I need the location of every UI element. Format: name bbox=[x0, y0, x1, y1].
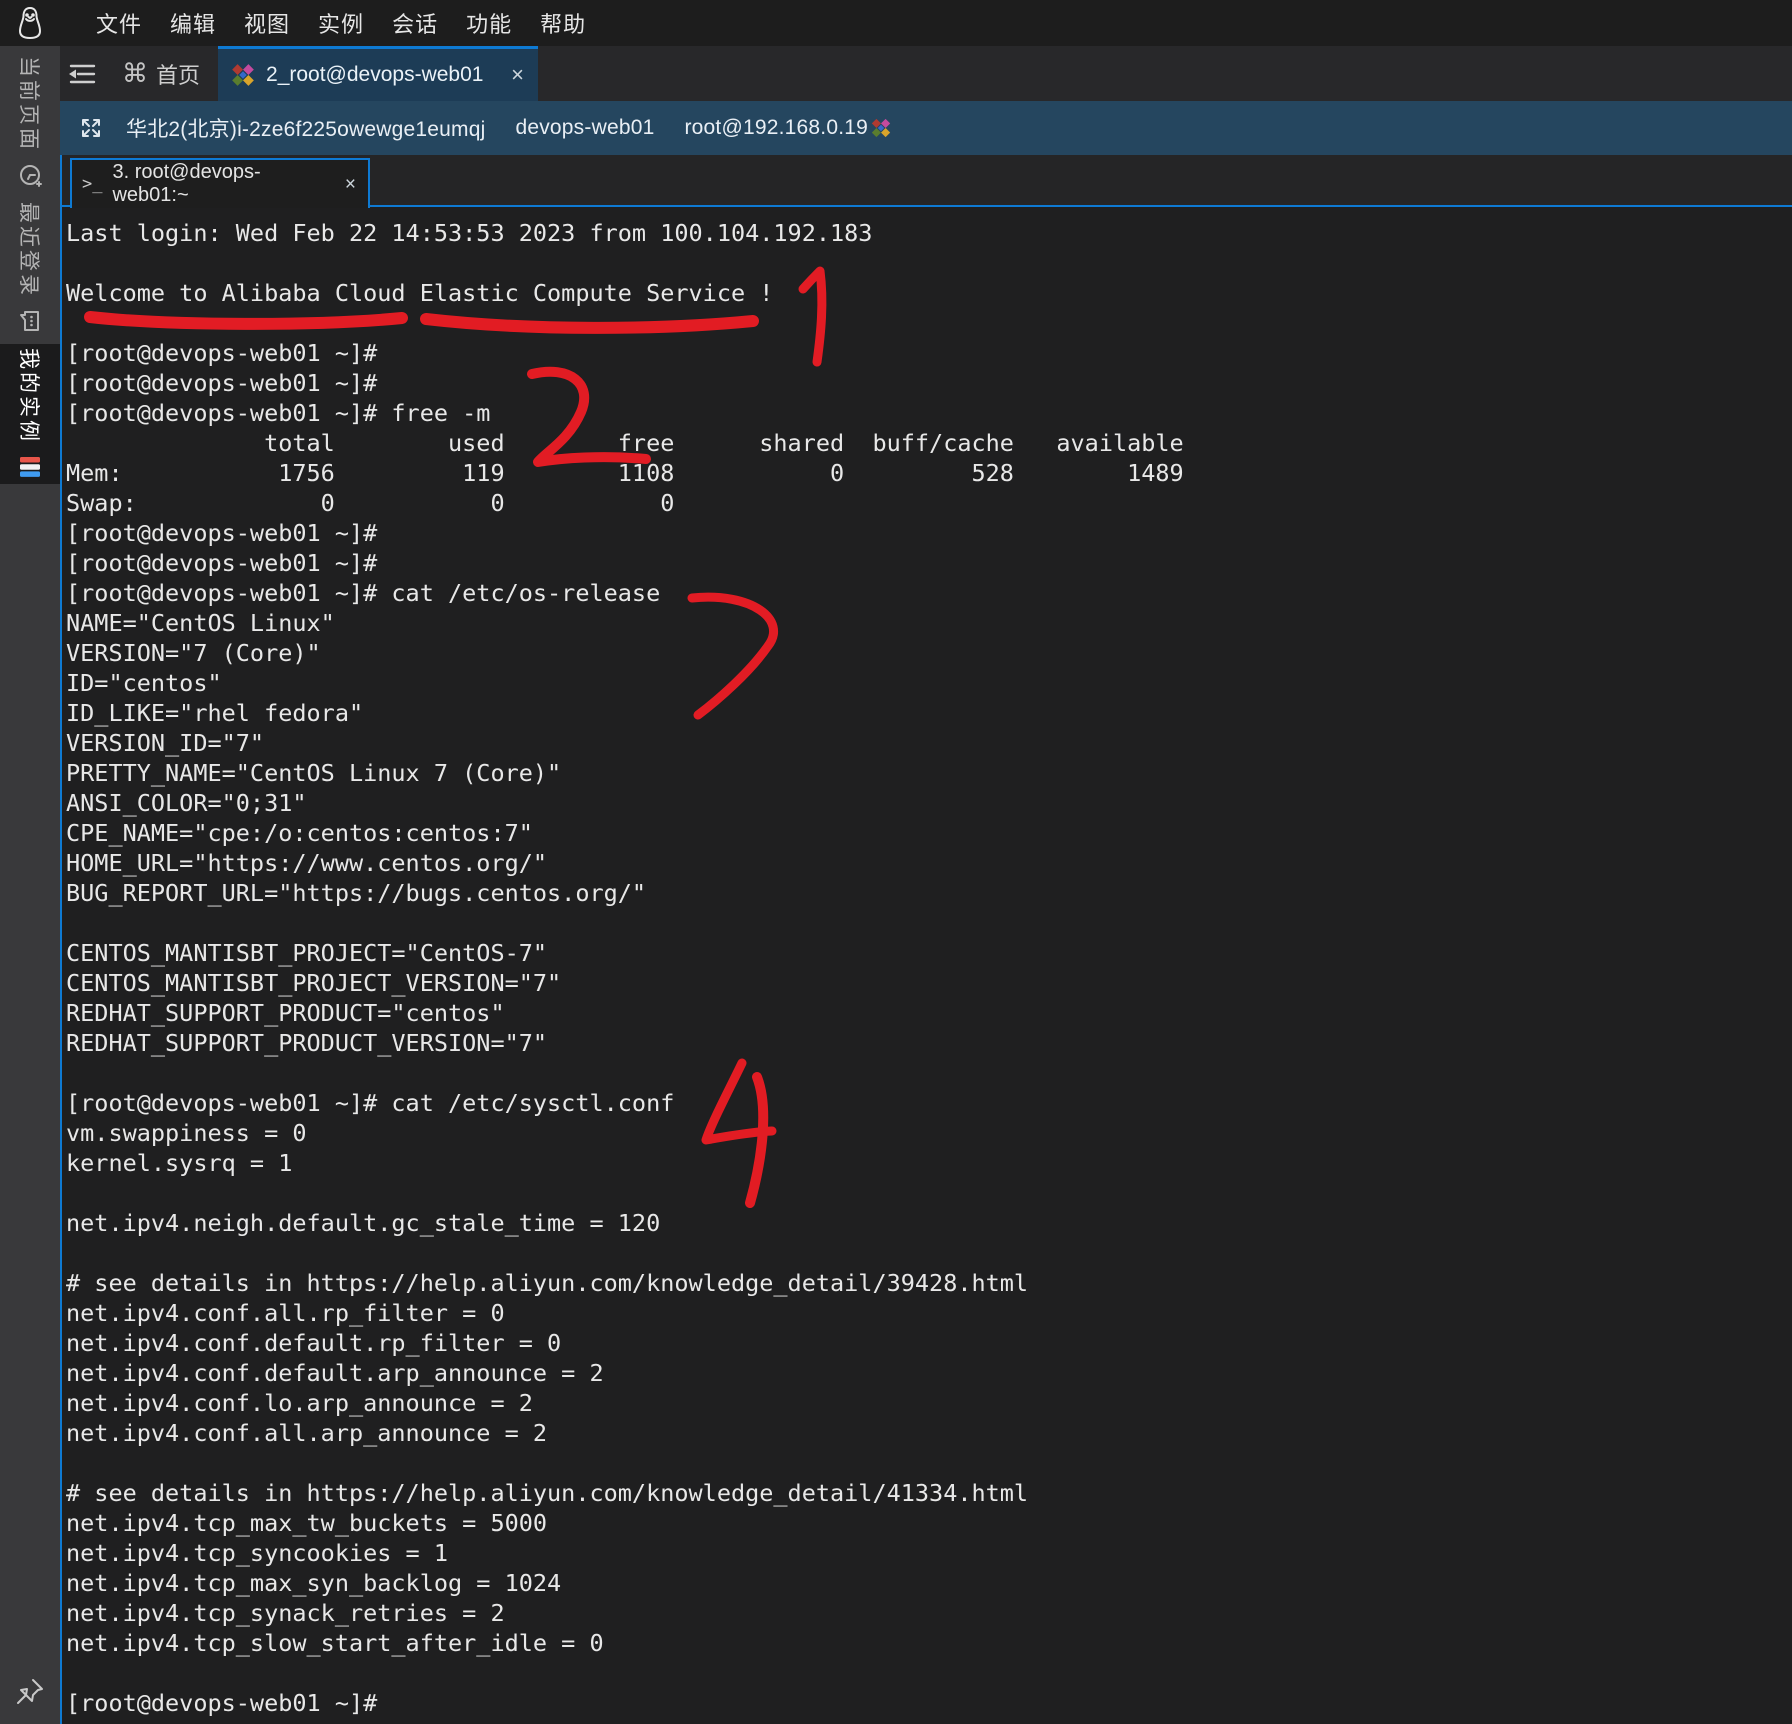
tab-instance-session[interactable]: 2_root@devops-web01 × bbox=[218, 46, 538, 101]
pinwheel-app-icon bbox=[230, 62, 256, 88]
tab-home-label: 首页 bbox=[156, 58, 200, 90]
sidebar-item-label: 当前页面 bbox=[15, 56, 45, 152]
sidebar-item-my-instances[interactable]: 我的实例 bbox=[0, 344, 60, 484]
tab-active-label: 2_root@devops-web01 bbox=[266, 63, 499, 87]
sidebar-item-label: 最近登录 bbox=[15, 202, 45, 298]
region-instance-id: 华北2(北京)i-2ze6f225owewge1eumqj bbox=[126, 113, 485, 143]
history-icon bbox=[17, 162, 43, 188]
instances-icon bbox=[18, 454, 42, 480]
linux-tux-icon bbox=[16, 6, 44, 40]
pinwheel-app-icon-small bbox=[870, 117, 892, 139]
main-area: ⌘ 首页 2_root@devops-web01 × 华北2(北京) bbox=[60, 46, 1792, 1724]
menu-session[interactable]: 会话 bbox=[390, 5, 440, 41]
close-icon[interactable]: × bbox=[509, 64, 526, 86]
menu-help[interactable]: 帮助 bbox=[538, 5, 588, 41]
close-icon[interactable]: × bbox=[343, 175, 358, 194]
instance-user-host: root@192.168.0.19 bbox=[684, 116, 868, 140]
comment-icon bbox=[17, 308, 43, 334]
menu-items: 文件 编辑 视图 实例 会话 功能 帮助 bbox=[94, 5, 588, 41]
menu-bar: 文件 编辑 视图 实例 会话 功能 帮助 bbox=[0, 0, 1792, 46]
activity-sidebar: 当前页面 最近登录 我的实例 bbox=[0, 46, 60, 1724]
instance-info-bar: 华北2(北京)i-2ze6f225owewge1eumqj devops-web… bbox=[60, 101, 1792, 155]
tab-bar: ⌘ 首页 2_root@devops-web01 × bbox=[60, 46, 1792, 101]
menu-function[interactable]: 功能 bbox=[464, 5, 514, 41]
collapse-sidebar-button[interactable] bbox=[60, 46, 104, 101]
collapse-panel-icon bbox=[67, 62, 97, 86]
menu-edit[interactable]: 编辑 bbox=[168, 5, 218, 41]
instance-hostname: devops-web01 bbox=[515, 116, 654, 140]
sidebar-item-current-page[interactable]: 当前页面 bbox=[0, 52, 60, 192]
pin-icon[interactable] bbox=[14, 1676, 46, 1708]
grid-command-icon: ⌘ bbox=[122, 59, 148, 89]
menu-view[interactable]: 视图 bbox=[242, 5, 292, 41]
session-tab[interactable]: >_ 3. root@devops-web01:~ × bbox=[70, 158, 370, 208]
session-tab-row: >_ 3. root@devops-web01:~ × bbox=[60, 155, 1792, 205]
terminal-panel[interactable]: Last login: Wed Feb 22 14:53:53 2023 fro… bbox=[60, 205, 1792, 1724]
tab-home[interactable]: ⌘ 首页 bbox=[104, 46, 218, 101]
menu-file[interactable]: 文件 bbox=[94, 5, 144, 41]
menu-instance[interactable]: 实例 bbox=[316, 5, 366, 41]
sidebar-item-recent-logins[interactable]: 最近登录 bbox=[0, 198, 60, 338]
session-tab-label: 3. root@devops-web01:~ bbox=[112, 161, 332, 207]
terminal-prompt-icon: >_ bbox=[82, 174, 102, 194]
fullscreen-expand-icon[interactable] bbox=[78, 115, 104, 141]
terminal-output: Last login: Wed Feb 22 14:53:53 2023 fro… bbox=[62, 207, 1792, 1718]
sidebar-item-label: 我的实例 bbox=[15, 348, 45, 444]
